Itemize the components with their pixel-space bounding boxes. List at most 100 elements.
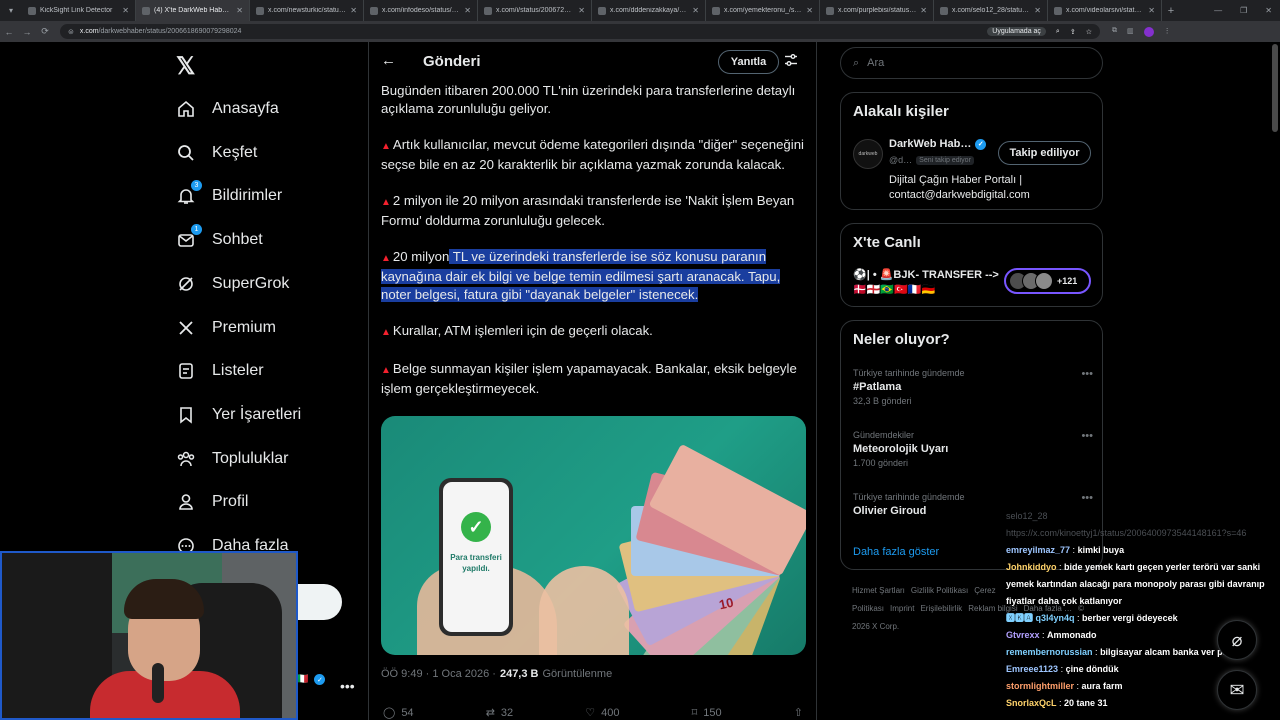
messages-fab-icon[interactable]: ✉ <box>1217 670 1257 710</box>
chat-username[interactable]: stormlightmiller <box>1006 681 1074 691</box>
new-tab-button[interactable]: + <box>1162 5 1180 17</box>
bookmark-action[interactable]: ⌑ 150 <box>692 706 722 720</box>
close-tab-icon[interactable]: ✕ <box>578 6 585 15</box>
reply-action[interactable]: ◯ 54 <box>383 706 414 720</box>
live-card: X'te Canlı ⚽| • 🚨BJK- TRANSFER -->🇩🇰🏴󠁧󠁢󠁥… <box>840 223 1103 307</box>
close-tab-icon[interactable]: ✕ <box>464 6 471 15</box>
more-icon[interactable]: ••• <box>1081 430 1093 442</box>
tab-search-icon[interactable]: ▾ <box>0 0 22 21</box>
browser-tab[interactable]: x.com/selo12_28/status/2006… ✕ <box>934 0 1048 21</box>
chat-username[interactable]: 🆇🅺🅰 q3l4yn4q <box>1006 613 1075 623</box>
footer-link[interactable]: Imprint <box>890 604 914 613</box>
star-icon[interactable]: ☆ <box>1086 28 1092 36</box>
close-tab-icon[interactable]: ✕ <box>692 6 699 15</box>
close-tab-icon[interactable]: ✕ <box>920 6 927 15</box>
account-more-icon[interactable]: ••• <box>340 678 355 694</box>
close-tab-icon[interactable]: ✕ <box>806 6 813 15</box>
chat-username[interactable]: Johnkiddyo <box>1006 562 1057 572</box>
post-actions: ◯ 54 ⇄ 32 ♡ 400 ⌑ 150 ⇧ <box>383 706 803 720</box>
zoom-icon[interactable]: ⌕ <box>1056 28 1060 36</box>
profile-avatar[interactable] <box>1143 26 1154 37</box>
browser-tab[interactable]: KickSight Link Detector ✕ <box>22 0 136 21</box>
sliders-icon[interactable] <box>784 53 798 72</box>
site-info-icon[interactable]: ⊜ <box>68 28 74 36</box>
post-timestamp[interactable]: ÖÖ 9:49 · 1 Oca 2026 · <box>381 668 496 680</box>
browser-tab[interactable]: x.com/infodeso/status/20066… ✕ <box>364 0 478 21</box>
browser-tab[interactable]: x.com/i/status/200672711610…✕ <box>478 0 592 21</box>
repost-action[interactable]: ⇄ 32 <box>486 706 513 720</box>
nav-label: Bildirimler <box>212 187 283 205</box>
avatar[interactable]: darkweb <box>853 139 883 169</box>
window-controls: — ❐ ✕ <box>1214 0 1272 21</box>
trend-item[interactable]: Gündemdekiler Meteorolojik Uyarı 1.700 gön… <box>853 430 1093 468</box>
nav-item-1[interactable]: Anasayfa <box>176 95 279 123</box>
hand-illustration <box>539 566 629 655</box>
close-tab-icon[interactable]: ✕ <box>1034 6 1041 15</box>
reload-icon[interactable]: ⟳ <box>36 26 54 37</box>
share-icon[interactable]: ⇪ <box>1070 28 1076 36</box>
trend-item[interactable]: Türkiye tarihinde gündemde #Patlama 32,3 B… <box>853 368 1093 406</box>
nav-item-3[interactable]: 3 Bildirimler <box>176 180 283 210</box>
live-space-title[interactable]: ⚽| • 🚨BJK- TRANSFER -->🇩🇰🏴󠁧󠁢󠁥󠁮󠁧󠁿🇧🇷🇹🇷🇫🇷🇩🇪 <box>853 268 1003 298</box>
reply-button[interactable]: Yanıtla <box>718 50 779 74</box>
trend-count: 1.700 gönderi <box>853 458 909 468</box>
nav-item-6[interactable]: Premium <box>176 314 276 342</box>
red-triangle-icon: ▲ <box>381 141 391 152</box>
nav-item-5[interactable]: SuperGrok <box>176 270 289 298</box>
browser-tab[interactable]: x.com/dddenizakkaya/status/…✕ <box>592 0 706 21</box>
related-user-name[interactable]: DarkWeb Hab… ✓ <box>889 138 987 150</box>
close-tab-icon[interactable]: ✕ <box>236 6 243 15</box>
chat-username[interactable]: Emreee1123 <box>1006 664 1058 674</box>
show-more-link[interactable]: Daha fazla göster <box>853 546 939 558</box>
nav-item-8[interactable]: Yer İşaretleri <box>176 401 301 429</box>
like-action[interactable]: ♡ 400 <box>585 706 619 720</box>
nav-item-10[interactable]: Profil <box>176 488 248 516</box>
menu-icon[interactable]: ⋮ <box>1164 27 1171 37</box>
grok-fab-icon[interactable]: ⌀ <box>1217 620 1257 660</box>
extensions-icon[interactable]: ⧉ <box>1112 27 1117 37</box>
close-tab-icon[interactable]: ✕ <box>1148 6 1155 15</box>
forward-icon[interactable]: → <box>18 27 36 37</box>
more-icon[interactable]: ••• <box>1081 368 1093 380</box>
live-listeners-pill[interactable]: +121 <box>1004 268 1091 294</box>
more-icon[interactable]: ••• <box>1081 492 1093 504</box>
following-button[interactable]: Takip ediliyor <box>998 141 1091 165</box>
browser-tab[interactable]: x.com/purplebisi/status/2006… ✕ <box>820 0 934 21</box>
chat-username[interactable]: SnorlaxQcL <box>1006 698 1057 708</box>
post-image[interactable]: 10 ✓ Para transferi yapıldı. <box>381 416 806 655</box>
chat-username[interactable]: remembernorussian <box>1006 647 1093 657</box>
back-arrow-icon[interactable]: ← <box>381 52 396 69</box>
chat-username[interactable]: emreyilmaz_77 <box>1006 545 1070 555</box>
chat-text: çine döndük <box>1065 664 1119 674</box>
minimize-icon[interactable]: — <box>1214 6 1222 15</box>
open-in-app-button[interactable]: Uygulamada aç <box>987 27 1046 36</box>
favicon-icon <box>370 6 378 15</box>
footer-link[interactable]: Erişilebilirlik <box>920 604 962 613</box>
chat-username[interactable]: Gtvrexx <box>1006 630 1040 640</box>
share-action[interactable]: ⇧ <box>794 706 803 719</box>
checkmark-icon: ✓ <box>461 512 491 542</box>
account-switcher[interactable]: 🇮🇹 ✓ <box>296 674 326 685</box>
close-tab-icon[interactable]: ✕ <box>122 6 129 15</box>
nav-item-2[interactable]: Keşfet <box>176 139 257 167</box>
microphone <box>152 663 164 703</box>
footer-link[interactable]: Hizmet Şartları <box>852 586 905 595</box>
address-bar[interactable]: ⊜ x.com/darkwebhaber/status/200661869007… <box>60 24 1100 39</box>
browser-tab[interactable]: (4) X'te DarkWeb Haber: "Bug… ✕ <box>136 0 250 21</box>
maximize-icon[interactable]: ❐ <box>1240 6 1247 15</box>
browser-tab[interactable]: x.com/newsturkic/status/2006… ✕ <box>250 0 364 21</box>
close-tab-icon[interactable]: ✕ <box>350 6 357 15</box>
scrollbar[interactable] <box>1272 44 1278 132</box>
nav-item-4[interactable]: 1 Sohbet <box>176 224 263 254</box>
sidepanel-icon[interactable]: ▥ <box>1127 27 1134 37</box>
close-window-icon[interactable]: ✕ <box>1265 6 1272 15</box>
nav-item-7[interactable]: Listeler <box>176 357 264 385</box>
browser-tab[interactable]: x.com/videolarsivi/status/200… ✕ <box>1048 0 1162 21</box>
related-people-card: Alakalı kişiler darkweb DarkWeb Hab… ✓ @d… <box>840 92 1103 210</box>
x-logo-icon[interactable]: 𝕏 <box>176 52 195 81</box>
browser-tab[interactable]: x.com/yemekteronu_/status/2…✕ <box>706 0 820 21</box>
nav-item-9[interactable]: Topluluklar <box>176 445 288 473</box>
back-icon[interactable]: ← <box>0 27 18 37</box>
footer-link[interactable]: Gizlilik Politikası <box>911 586 968 595</box>
search-input[interactable]: ⌕ Ara <box>840 47 1103 79</box>
